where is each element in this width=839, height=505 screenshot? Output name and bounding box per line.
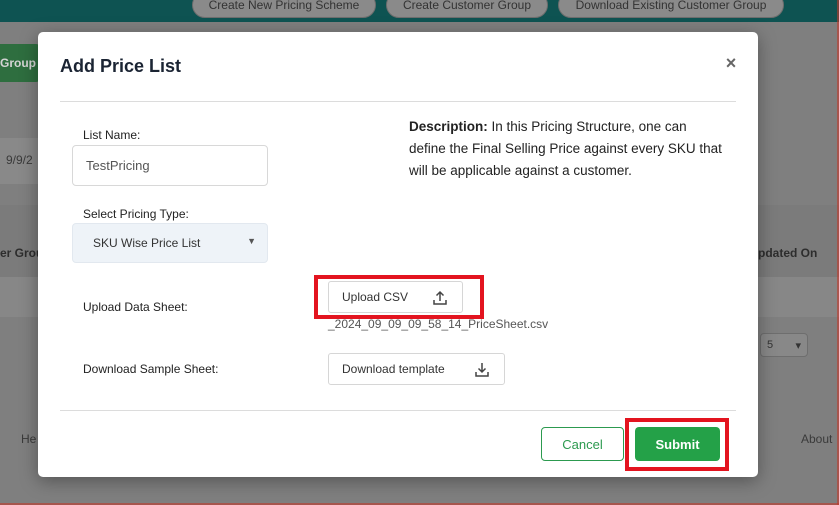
header-divider <box>60 101 736 102</box>
column-header-customer-group: er Grou <box>0 246 44 260</box>
download-customer-group-button[interactable]: Download Existing Customer Group <box>558 0 784 18</box>
create-customer-group-button[interactable]: Create Customer Group <box>386 0 548 18</box>
list-name-label: List Name: <box>83 128 141 142</box>
upload-highlight-box <box>314 275 484 319</box>
upload-sheet-label: Upload Data Sheet: <box>83 300 188 314</box>
description-text: Description: In this Pricing Structure, … <box>409 116 724 182</box>
date-text: 9/9/2 <box>6 153 33 167</box>
page-size-value: 5 <box>767 339 774 351</box>
list-name-input[interactable] <box>72 145 268 186</box>
pricing-type-value: SKU Wise Price List <box>93 236 201 250</box>
uploaded-file-name: _2024_09_09_09_58_14_PriceSheet.csv <box>328 317 549 331</box>
chevron-down-icon: ▾ <box>795 339 801 352</box>
submit-highlight-box <box>625 418 729 471</box>
page-size-select[interactable]: 5 ▾ <box>760 333 808 357</box>
about-link[interactable]: About <box>801 432 832 446</box>
help-link[interactable]: He <box>21 432 36 446</box>
download-template-button[interactable]: Download template <box>328 353 505 385</box>
description-heading: Description: <box>409 119 488 134</box>
group-button[interactable]: Group <box>0 44 40 82</box>
add-price-list-modal: Add Price List × List Name: Select Prici… <box>38 32 758 477</box>
pricing-type-select[interactable]: SKU Wise Price List ▼ <box>72 223 268 263</box>
close-icon[interactable]: × <box>723 54 739 72</box>
top-bar: Create New Pricing Scheme Create Custome… <box>0 0 839 22</box>
download-sample-label: Download Sample Sheet: <box>83 362 219 376</box>
pricing-type-label: Select Pricing Type: <box>83 207 189 221</box>
download-template-label: Download template <box>342 362 445 376</box>
column-header-updated-on: pdated On <box>758 246 818 260</box>
footer-divider <box>60 410 736 411</box>
create-pricing-scheme-button[interactable]: Create New Pricing Scheme <box>192 0 376 18</box>
cancel-button[interactable]: Cancel <box>541 427 624 461</box>
chevron-down-icon: ▼ <box>247 236 256 246</box>
download-icon <box>475 363 489 377</box>
modal-title: Add Price List <box>60 56 182 76</box>
